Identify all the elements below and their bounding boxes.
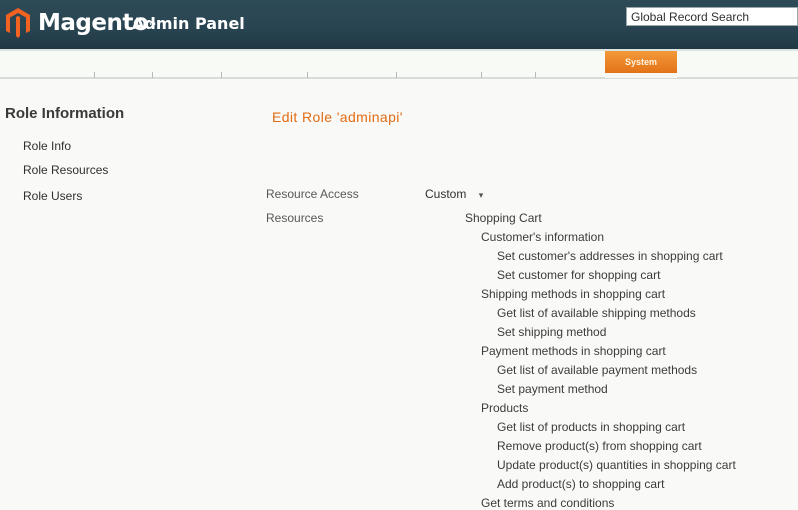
resource-access-label: Resource Access: [266, 187, 359, 201]
tree-node[interactable]: Set customer for shopping cart: [497, 268, 660, 282]
tree-node[interactable]: Customer's information: [481, 230, 604, 244]
active-tab-indicator: [605, 73, 677, 78]
resources-label: Resources: [266, 211, 324, 225]
tree-node[interactable]: Set payment method: [497, 382, 608, 396]
tree-node[interactable]: Get terms and conditions: [481, 496, 614, 510]
page-title: Edit Role 'adminapi': [272, 109, 403, 125]
tree-node[interactable]: Get list of available shipping methods: [497, 306, 696, 320]
nav-separator: [481, 72, 482, 78]
main-nav: [0, 51, 798, 79]
sidebar-title: Role Information: [5, 105, 125, 122]
tree-node[interactable]: Shopping Cart: [465, 211, 542, 225]
tree-node[interactable]: Set customer's addresses in shopping car…: [497, 249, 723, 263]
tree-node[interactable]: Payment methods in shopping cart: [481, 344, 666, 358]
sidebar-item-role-users[interactable]: Role Users: [23, 189, 82, 203]
tree-node[interactable]: Get list of available payment methods: [497, 363, 697, 377]
nav-separator: [396, 72, 397, 78]
tree-node[interactable]: Products: [481, 401, 528, 415]
nav-separator: [152, 72, 153, 78]
select-arrow-icon: ▾: [478, 190, 484, 200]
nav-separator: [221, 72, 222, 78]
tree-node[interactable]: Remove product(s) from shopping cart: [497, 439, 702, 453]
nav-separator: [535, 72, 536, 78]
tree-node[interactable]: Add product(s) to shopping cart: [497, 477, 664, 491]
logo-subtitle: Admin Panel: [132, 14, 245, 33]
magento-logo-icon: [6, 8, 30, 38]
sidebar-item-role-resources[interactable]: Role Resources: [23, 163, 108, 177]
tree-node[interactable]: Shipping methods in shopping cart: [481, 287, 665, 301]
resource-access-select[interactable]: Custom ▾: [425, 187, 483, 201]
nav-tab-label: System: [624, 57, 658, 67]
sidebar-item-role-info[interactable]: Role Info: [23, 139, 71, 153]
header-bar: Magento™ Admin Panel: [0, 0, 798, 49]
resource-access-value: Custom: [425, 187, 467, 201]
tree-node[interactable]: Get list of products in shopping cart: [497, 420, 685, 434]
nav-separator: [307, 72, 308, 78]
nav-separator: [94, 72, 95, 78]
global-search-input[interactable]: [626, 7, 798, 26]
nav-tab-system[interactable]: System: [605, 51, 677, 78]
tree-node[interactable]: Update product(s) quantities in shopping…: [497, 458, 736, 472]
tree-node[interactable]: Set shipping method: [497, 325, 606, 339]
